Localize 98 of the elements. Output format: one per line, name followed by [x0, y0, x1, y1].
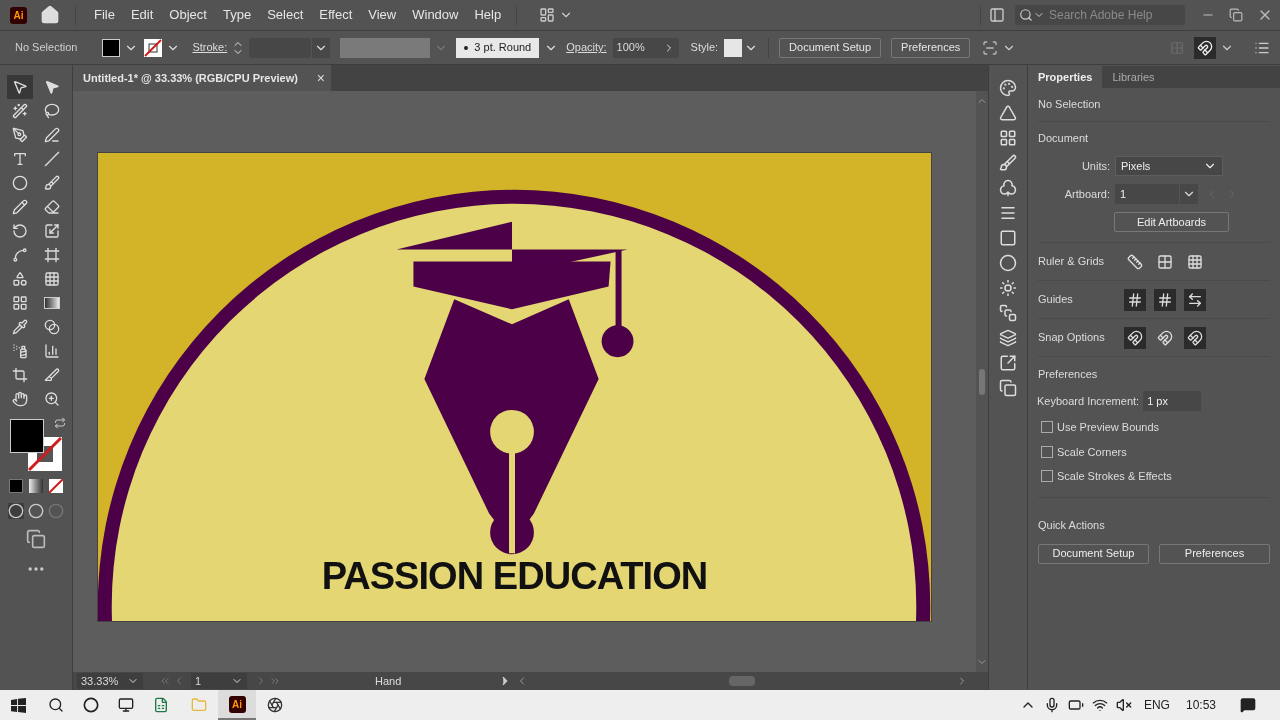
artboard-field[interactable]: 1 — [1115, 184, 1179, 204]
checkbox[interactable] — [1041, 421, 1053, 434]
search-field[interactable]: Search Adobe Help — [1015, 5, 1185, 25]
edit-artboards-button[interactable]: Edit Artboards — [1114, 212, 1229, 232]
menu-item[interactable]: Window — [405, 5, 466, 25]
task-view-icon[interactable] — [118, 697, 134, 713]
units-dropdown[interactable]: Pixels — [1115, 156, 1223, 176]
section-label: Ruler & Grids — [1038, 254, 1106, 270]
smart-guides-icon[interactable] — [1184, 288, 1206, 311]
fill-swatch[interactable] — [102, 38, 121, 57]
menu-item[interactable]: View — [361, 5, 404, 25]
battery-icon[interactable] — [1067, 697, 1084, 713]
wifi-icon[interactable] — [1091, 697, 1108, 713]
tool-status: Hand — [375, 673, 403, 689]
notification-icon[interactable] — [1240, 697, 1256, 713]
section-heading: Document — [1038, 130, 1089, 146]
clock[interactable]: 10:53 — [1185, 696, 1216, 714]
sun-icon[interactable] — [999, 279, 1017, 297]
triangle-icon[interactable] — [999, 104, 1017, 122]
units-label: Units: — [1080, 158, 1110, 174]
club-icon[interactable] — [999, 179, 1017, 197]
section-label: Snap Options — [1038, 330, 1106, 346]
zoom-dropdown[interactable]: 33.33% — [77, 673, 143, 689]
style-label: Style: — [690, 40, 719, 56]
panel-icon[interactable] — [989, 7, 1005, 23]
keyboard-increment-label: Keyboard Increment: — [1037, 393, 1140, 409]
home-icon[interactable] — [40, 5, 60, 25]
draw-behind-icon[interactable] — [28, 503, 44, 519]
swatches-icon[interactable] — [999, 129, 1017, 147]
search-icon[interactable] — [48, 697, 64, 713]
screen-mode-icon[interactable] — [26, 529, 46, 549]
opacity-field[interactable]: 100% — [612, 37, 663, 58]
artboards-icon[interactable] — [999, 379, 1017, 397]
toolbar-button[interactable]: Document Setup — [779, 37, 882, 58]
headline: PASSION EDUCATION — [320, 554, 709, 599]
quick-action-button[interactable]: Preferences — [1159, 543, 1270, 564]
keyboard-increment-field[interactable]: 1 px — [1143, 391, 1202, 411]
checkbox-label: Use Preview Bounds — [1057, 420, 1160, 435]
checkbox[interactable] — [1041, 445, 1053, 458]
style-swatch[interactable] — [724, 38, 743, 57]
selection-label: No Selection — [15, 40, 78, 56]
scrollbar-thumb[interactable] — [979, 368, 985, 395]
app-badge: Ai — [10, 6, 27, 24]
cortana-icon[interactable] — [83, 697, 99, 713]
magnet-icon[interactable] — [1197, 39, 1213, 56]
toolbar-button[interactable]: Preferences — [891, 37, 971, 58]
section-heading: Quick Actions — [1038, 518, 1105, 533]
swap-icon[interactable] — [54, 417, 66, 429]
menu-item[interactable]: Select — [260, 5, 311, 25]
draw-normal-icon[interactable] — [8, 503, 24, 519]
menu-item[interactable]: Effect — [312, 5, 360, 25]
layers-icon[interactable] — [999, 329, 1017, 347]
tab-close-button[interactable]: × — [316, 67, 325, 89]
snap-pixel-icon[interactable] — [1184, 326, 1206, 349]
snap-icon[interactable] — [1124, 326, 1146, 349]
document-tab[interactable]: Untitled-1* @ 33.33% (RGB/CPU Preview) × — [73, 65, 331, 91]
muted-speaker-icon[interactable] — [1115, 697, 1132, 713]
stacked-squares-icon[interactable] — [999, 304, 1017, 322]
selection-status: No Selection — [1038, 97, 1101, 113]
scrollbar-thumb[interactable] — [729, 676, 755, 686]
checkbox-label: Scale Corners — [1057, 444, 1127, 460]
circle-icon[interactable] — [999, 254, 1017, 272]
fill-color-swatch[interactable] — [10, 419, 44, 453]
menu-item[interactable]: File — [87, 5, 122, 25]
menu-item[interactable]: Object — [162, 5, 214, 25]
taskbar-app[interactable]: Ai — [218, 690, 256, 720]
search-icon — [1019, 8, 1033, 22]
square-icon[interactable] — [999, 229, 1017, 247]
none-mode-button[interactable] — [49, 479, 63, 493]
brush-dropdown[interactable]: 3 pt. Round — [456, 37, 540, 58]
quick-action-button[interactable]: Document Setup — [1038, 543, 1149, 564]
section-heading: Preferences — [1038, 366, 1098, 382]
palette-icon[interactable] — [999, 79, 1017, 97]
locked-guides-icon[interactable] — [1154, 288, 1176, 311]
artboard-label: Artboard: — [1063, 186, 1110, 202]
restore-icon[interactable] — [1229, 8, 1243, 22]
workspace-icon[interactable] — [539, 7, 556, 23]
stroke-swatch[interactable] — [144, 38, 163, 57]
start-icon[interactable] — [11, 697, 26, 713]
section-label: Guides — [1038, 292, 1074, 308]
menu-item[interactable]: Type — [215, 5, 259, 25]
checkbox-label: Scale Strokes & Effects — [1057, 469, 1172, 484]
guides-icon[interactable] — [1124, 288, 1146, 311]
menu-item[interactable]: Edit — [123, 5, 161, 25]
language-indicator[interactable]: ENG — [1143, 696, 1170, 714]
lines-icon[interactable] — [999, 204, 1017, 222]
panel-tab[interactable]: Libraries — [1102, 66, 1165, 88]
brush-icon[interactable] — [999, 154, 1017, 172]
panel-tab[interactable]: Properties — [1028, 66, 1103, 88]
artboard-dropdown[interactable]: 1 — [191, 673, 247, 689]
gradient-mode-button[interactable] — [29, 479, 43, 493]
stroke-label[interactable]: Stroke: — [192, 39, 228, 56]
color-mode-button[interactable] — [9, 479, 23, 493]
menu-item[interactable]: Help — [467, 5, 509, 25]
checkbox[interactable] — [1041, 470, 1053, 483]
export-icon[interactable] — [999, 354, 1017, 372]
opacity-label[interactable]: Opacity: — [566, 39, 607, 56]
arrange-icon[interactable] — [982, 39, 999, 56]
